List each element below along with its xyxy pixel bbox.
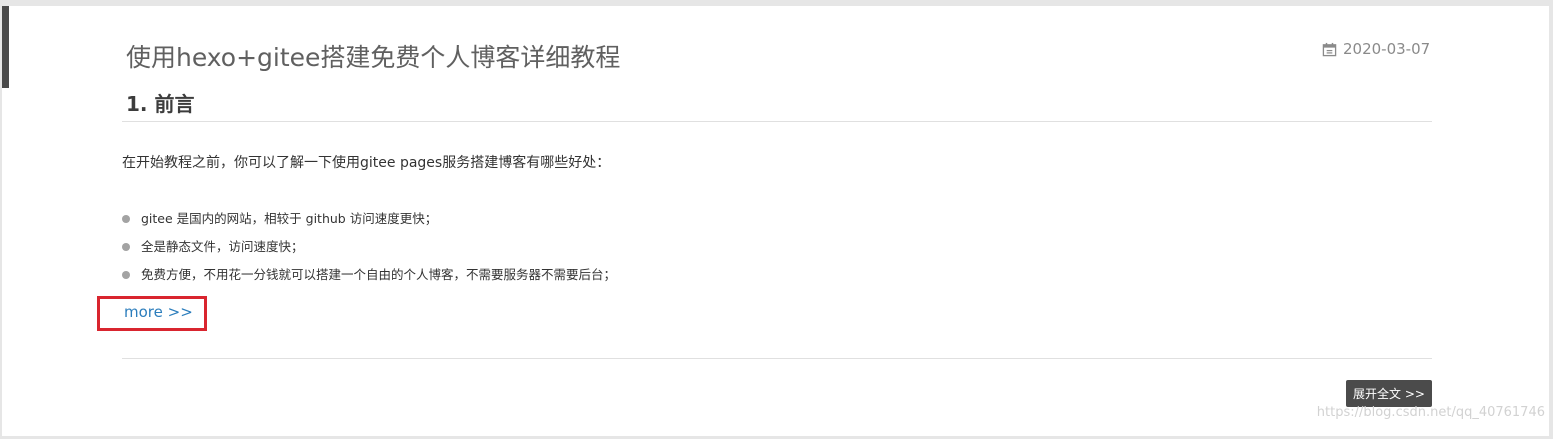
list-item-text: gitee 是国内的网站，相较于 github 访问速度更快； bbox=[141, 211, 438, 226]
section-heading: 1. 前言 bbox=[126, 92, 195, 116]
post-accent-bar bbox=[2, 6, 9, 88]
heading-divider bbox=[122, 121, 1432, 122]
footer-divider bbox=[122, 358, 1432, 359]
post-title[interactable]: 使用hexo+gitee搭建免费个人博客详细教程 bbox=[126, 38, 620, 74]
bullet-icon bbox=[122, 215, 130, 223]
post-date-text: 2020-03-07 bbox=[1343, 40, 1431, 58]
post-card: 使用hexo+gitee搭建免费个人博客详细教程 2020-03-07 1. 前… bbox=[2, 6, 1549, 436]
bullet-icon bbox=[122, 271, 130, 279]
more-link[interactable]: more >> bbox=[124, 303, 193, 321]
intro-paragraph: 在开始教程之前，你可以了解一下使用gitee pages服务搭建博客有哪些好处： bbox=[122, 155, 611, 171]
post-date: 2020-03-07 bbox=[1322, 40, 1430, 58]
bullet-icon bbox=[122, 243, 130, 251]
list-item: 全是静态文件，访问速度快； bbox=[122, 237, 616, 265]
list-item: 免费方便，不用花一分钱就可以搭建一个自由的个人博客，不需要服务器不需要后台； bbox=[122, 265, 616, 293]
benefit-list: gitee 是国内的网站，相较于 github 访问速度更快； 全是静态文件，访… bbox=[122, 209, 616, 293]
list-item: gitee 是国内的网站，相较于 github 访问速度更快； bbox=[122, 209, 616, 237]
calendar-icon bbox=[1322, 42, 1337, 56]
list-item-text: 免费方便，不用花一分钱就可以搭建一个自由的个人博客，不需要服务器不需要后台； bbox=[141, 267, 617, 282]
watermark: https://blog.csdn.net/qq_40761746 bbox=[1316, 405, 1545, 420]
expand-full-text-button[interactable]: 展开全文 >> bbox=[1346, 380, 1432, 407]
list-item-text: 全是静态文件，访问速度快； bbox=[141, 239, 304, 254]
